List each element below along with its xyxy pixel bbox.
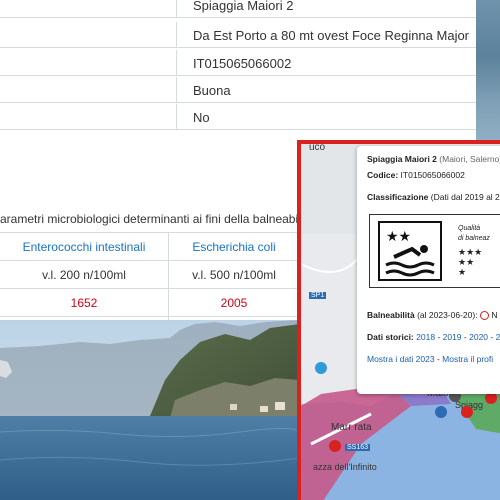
info-row-location: Da Est Porto a 80 mt ovest Foce Reginna …: [0, 22, 476, 48]
road-shield-ss163: SS163: [345, 444, 371, 451]
piazza-label: azza dell'Infinito: [313, 462, 377, 472]
popup-classification-range: (Dati dal 2019 al 2: [430, 192, 500, 202]
popup-code-value: IT015065066002: [400, 170, 465, 180]
coast-photo: [0, 320, 300, 500]
popup-title: Spiaggia Maiori 2 (Maiori, Salerno): [367, 154, 500, 164]
enterococchi-limit: v.l. 200 n/100ml: [42, 268, 126, 282]
badge-star-rows: ★★★ ★★ ★: [458, 247, 483, 277]
popup-code-label: Codice:: [367, 170, 399, 180]
historic-year-2018[interactable]: 2018: [416, 332, 435, 342]
classification-value: Buona: [193, 83, 231, 98]
popup-links-line: Mostra i dati 2023 - Mostra il profi: [367, 354, 494, 364]
beach-info-popup: Spiaggia Maiori 2 (Maiori, Salerno) Codi…: [357, 146, 500, 394]
info-divider: [176, 77, 177, 102]
map-marker-icon[interactable]: [315, 362, 327, 374]
params-separator: [0, 260, 300, 261]
popup-classification-label: Classificazione: [367, 192, 429, 202]
info-row-name: Spiaggia Maiori 2: [0, 0, 476, 18]
escherichia-value: 2005: [220, 296, 248, 310]
map-marker-icon[interactable]: [461, 406, 473, 418]
popup-historic-label: Dati storici:: [367, 332, 414, 342]
info-row-classification: Buona: [0, 77, 476, 103]
historic-year-more[interactable]: 2: [496, 332, 500, 342]
info-divider: [176, 104, 177, 129]
historic-year-2020[interactable]: 2020: [469, 332, 488, 342]
swimmer-icon: ★★: [378, 221, 442, 281]
params-separator: [0, 288, 300, 289]
show-2023-data-link[interactable]: Mostra i dati 2023: [367, 354, 435, 364]
code-value: IT015065066002: [193, 56, 292, 71]
popup-historic-line: Dati storici: 2018 - 2019 - 2020 - 2: [367, 332, 500, 342]
historic-year-2019[interactable]: 2019: [443, 332, 462, 342]
params-title: arametri microbiologici determinanti ai …: [0, 212, 314, 226]
params-separator: [0, 232, 300, 233]
enterococchi-value: 1652: [70, 296, 98, 310]
info-row-prohibition: No: [0, 104, 476, 130]
quality-badge: ★★ Qualità di balneaz ★★★ ★★ ★: [369, 214, 500, 288]
escherichia-header: Escherichia coli: [192, 240, 276, 254]
location-value: Da Est Porto a 80 mt ovest Foce Reginna …: [193, 28, 470, 43]
map-place-label: uco: [309, 142, 326, 153]
beach-name-value: Spiaggia Maiori 2: [193, 0, 294, 13]
road-shield-sp1: SP1: [309, 292, 327, 299]
prohibition-value: No: [193, 110, 210, 125]
badge-title-1: Qualità: [458, 225, 481, 232]
popup-beach-location: (Maiori, Salerno): [439, 154, 500, 164]
info-divider: [176, 0, 177, 17]
info-divider: [176, 50, 177, 75]
town-label-marrata: Marr rata: [331, 422, 372, 433]
params-separator: [0, 316, 300, 317]
show-profile-link[interactable]: Mostra il profi: [442, 354, 493, 364]
badge-title-2: di balneaz: [458, 235, 490, 242]
popup-code-line: Codice: IT015065066002: [367, 170, 465, 180]
no-swimming-icon: [479, 311, 489, 321]
popup-classification-line: Classificazione (Dati dal 2019 al 2: [367, 192, 500, 202]
map-marker-icon[interactable]: [329, 440, 341, 452]
escherichia-limit: v.l. 500 n/100ml: [192, 268, 276, 282]
popup-balneabilita-date: (al 2023-06-20):: [417, 310, 478, 320]
svg-text:★★: ★★: [386, 229, 411, 245]
popup-balneabilita-status: N: [491, 310, 498, 320]
sea-photo-edge: [476, 0, 500, 140]
info-divider: [176, 22, 177, 47]
info-row-code: IT015065066002: [0, 50, 476, 76]
popup-balneabilita-label: Balneabilità: [367, 310, 415, 320]
popup-balneabilita-line: Balneabilità (al 2023-06-20): N: [367, 310, 498, 321]
map-marker-icon[interactable]: [435, 406, 447, 418]
enterococchi-header: Enterococchi intestinali: [22, 240, 146, 254]
popup-beach-name: Spiaggia Maiori 2: [367, 154, 437, 164]
map-panel[interactable]: uco SP1 Maiori Marr rata azza dell'Infin…: [297, 140, 500, 500]
